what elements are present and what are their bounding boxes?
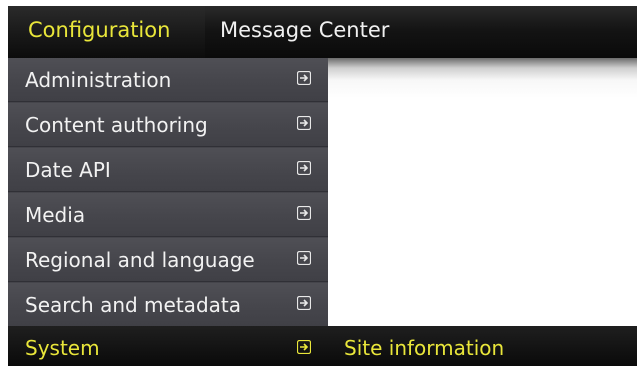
configuration-submenu: Administration Content authoring Date AP…	[8, 58, 328, 327]
menu-item-label: Date API	[25, 158, 111, 182]
menu-item-content-authoring[interactable]: Content authoring	[8, 103, 328, 147]
menu-item-label: Regional and language	[25, 248, 255, 272]
menu-item-label: Content authoring	[25, 113, 208, 137]
arrow-right-box-icon	[297, 251, 311, 265]
tab-message-center[interactable]: Message Center	[220, 6, 389, 58]
tab-configuration[interactable]: Configuration	[8, 6, 205, 58]
menu-item-label: System	[25, 336, 100, 360]
menu-item-media[interactable]: Media	[8, 193, 328, 237]
arrow-right-box-icon	[297, 161, 311, 175]
menu-item-system[interactable]: System	[8, 326, 328, 366]
submenu-item-site-information[interactable]: Site information	[344, 326, 504, 366]
arrow-right-box-icon	[297, 340, 311, 354]
arrow-right-box-icon	[297, 116, 311, 130]
menu-item-date-api[interactable]: Date API	[8, 148, 328, 192]
submenu-content-area	[328, 58, 637, 326]
menu-item-label: Administration	[25, 68, 172, 92]
arrow-right-box-icon	[297, 71, 311, 85]
arrow-right-box-icon	[297, 296, 311, 310]
menu-item-label: Search and metadata	[25, 293, 241, 317]
top-navigation-bar: Configuration Message Center	[8, 6, 637, 58]
menu-item-administration[interactable]: Administration	[8, 58, 328, 102]
arrow-right-box-icon	[297, 206, 311, 220]
menu-item-search-and-metadata[interactable]: Search and metadata	[8, 283, 328, 327]
active-menu-row: System Site information	[8, 326, 637, 366]
admin-menu-screenshot: Configuration Message Center Administrat…	[0, 0, 637, 366]
menu-item-regional-and-language[interactable]: Regional and language	[8, 238, 328, 282]
menu-item-label: Media	[25, 203, 86, 227]
